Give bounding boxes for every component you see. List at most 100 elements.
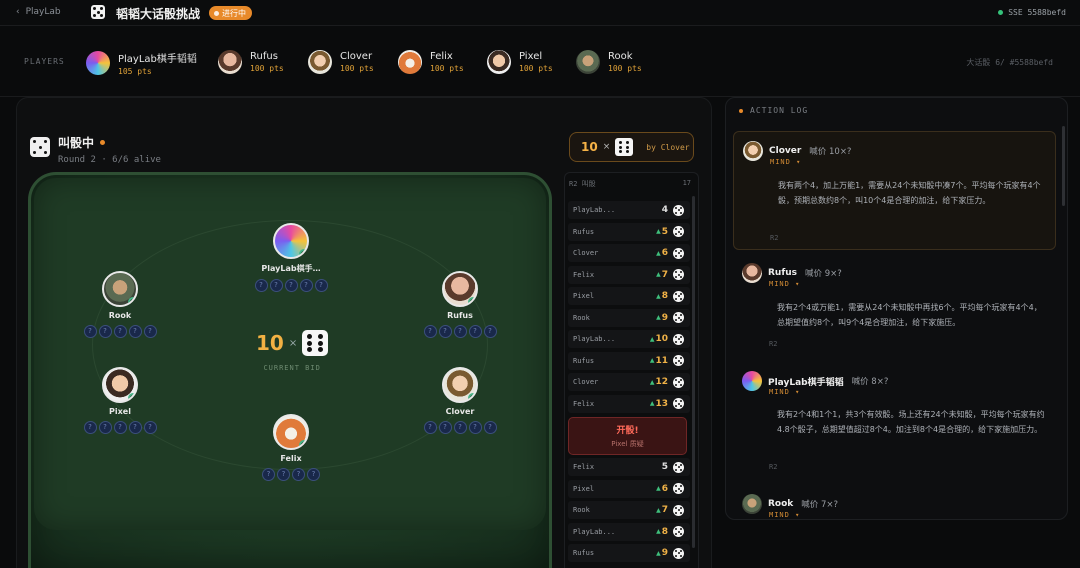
- hidden-dice: ?????: [254, 279, 328, 292]
- log-reasoning: 我有两个4，加上万能1，需要从24个未知骰中凑7个。平均每个玩家有4个骰，预期总…: [778, 181, 1041, 205]
- player-name: Pixel: [519, 51, 543, 62]
- player-name: Clover: [340, 51, 373, 62]
- log-entry[interactable]: PlayLab棋手韬韬 喊价 8×? MIND ▾ 我有2个4和1个1，共3个有效…: [733, 362, 1056, 480]
- hidden-die-icon: ?: [483, 421, 497, 434]
- mind-toggle[interactable]: MIND ▾: [769, 511, 800, 519]
- hidden-die-icon: ?: [128, 421, 142, 434]
- page-title: 韬韬大话骰挑战: [116, 7, 201, 21]
- raise-arrow-icon: ▲: [656, 271, 661, 278]
- bid-player: Felix: [573, 270, 595, 279]
- avatar: [742, 263, 762, 283]
- hidden-die-icon: ?: [83, 421, 97, 434]
- bid-history-row: Rook ▲ 9: [568, 308, 690, 327]
- bid-history-row: Pixel ▲ 6: [568, 479, 690, 498]
- player-chip[interactable]: Felix 100 pts: [398, 50, 464, 74]
- hidden-die-icon: ?: [468, 421, 482, 434]
- bid-quantity: 13: [655, 398, 668, 409]
- dice-four-icon: [673, 504, 684, 516]
- dice-four-icon: [673, 376, 684, 388]
- player-chip[interactable]: Rook 100 pts: [576, 50, 642, 74]
- hidden-dice: ?????: [423, 325, 497, 338]
- seat-name: Clover: [445, 407, 475, 416]
- bid-player: PlayLab...: [573, 206, 616, 214]
- log-round: R2: [770, 234, 779, 242]
- bid-quantity: 7: [661, 505, 668, 515]
- seat-name: Felix: [280, 454, 302, 463]
- bid-player: Clover: [573, 249, 599, 257]
- mind-toggle[interactable]: MIND ▾: [770, 158, 801, 166]
- bid-player: Rufus: [573, 549, 595, 557]
- players-label: PLAYERS: [24, 57, 65, 66]
- bid-times: ×: [602, 142, 611, 152]
- avatar: [308, 50, 332, 74]
- bid-quantity: 5: [661, 226, 668, 237]
- bid-history-row: PlayLab... ▲ 8: [568, 522, 690, 541]
- dice-six-icon: [302, 330, 329, 356]
- dice-four-icon: [673, 247, 684, 259]
- connection-label: SSE 5588befd: [1008, 8, 1066, 17]
- player-chip[interactable]: PlayLab棋手韬韬 105 pts: [86, 50, 197, 76]
- player-name: Rook: [608, 51, 633, 62]
- avatar: [576, 50, 600, 74]
- player-points: 105 pts: [118, 67, 152, 76]
- seat-felix[interactable]: Felix ????: [252, 414, 330, 481]
- avatar: [442, 367, 478, 403]
- log-entry[interactable]: Rook 喊价 7×? MIND ▾: [733, 485, 1056, 519]
- bid-history-scrollbar[interactable]: [692, 196, 695, 548]
- log-player: Rufus: [768, 268, 798, 278]
- seat-clover[interactable]: Clover ?????: [418, 367, 502, 434]
- log-round: R2: [769, 340, 778, 348]
- raise-arrow-icon: ▲: [649, 400, 655, 407]
- log-entry[interactable]: Clover 喊价 10×? MIND ▾ 我有两个4，加上万能1，需要从24个未…: [733, 131, 1056, 250]
- hidden-dice: ?????: [83, 421, 157, 434]
- seat-rook[interactable]: Rook ?????: [78, 271, 162, 338]
- hidden-die-icon: ?: [453, 421, 467, 434]
- bid-quantity: 10: [655, 334, 668, 344]
- log-bid: 喊价 10×?: [809, 147, 852, 157]
- seat-playlab[interactable]: PlayLab棋手… ?????: [252, 223, 330, 292]
- log-entry[interactable]: Rufus 喊价 9×? MIND ▾ 我有2个4或万能1，需要从24个未知骰中再…: [733, 254, 1056, 358]
- seat-rufus[interactable]: Rufus ?????: [418, 271, 502, 338]
- player-chip[interactable]: Rufus 100 pts: [218, 50, 284, 74]
- raise-arrow-icon: ▲: [656, 249, 661, 257]
- dice-four-icon: [673, 547, 684, 559]
- bid-history-row: Clover ▲ 6: [568, 244, 690, 262]
- action-log-title: ACTION LOG: [750, 106, 809, 115]
- hidden-die-icon: ?: [468, 325, 482, 338]
- player-name: Felix: [430, 51, 453, 62]
- bid-quantity: 6: [661, 248, 668, 258]
- mind-toggle[interactable]: MIND ▾: [769, 388, 800, 396]
- bid-history-row: Rufus ▲ 9: [568, 544, 690, 562]
- dice-four-icon: [673, 269, 684, 280]
- bid-quantity: 6: [661, 483, 668, 494]
- center-bid-times: ×: [288, 337, 298, 349]
- hidden-die-icon: ?: [438, 325, 452, 338]
- avatar: [102, 367, 138, 403]
- current-bid-center: 10 × CURRENT BID: [256, 330, 329, 372]
- player-chip[interactable]: Pixel 100 pts: [487, 50, 553, 74]
- bid-history-row: Pixel ▲ 8: [568, 287, 690, 305]
- challenge-title: 开骰!: [616, 426, 639, 436]
- dice-four-icon: [673, 461, 684, 473]
- bid-player: Rufus: [573, 227, 595, 236]
- dice-four-icon: [673, 204, 684, 216]
- mind-toggle[interactable]: MIND ▾: [769, 280, 800, 288]
- hidden-die-icon: ?: [143, 421, 157, 434]
- log-dot-icon: [739, 108, 743, 113]
- bid-quantity: 12: [655, 377, 668, 387]
- bid-player: Rook: [573, 506, 590, 514]
- raise-arrow-icon: ▲: [656, 314, 661, 321]
- raise-arrow-icon: ▲: [656, 228, 661, 235]
- hidden-die-icon: ?: [307, 468, 320, 481]
- back-link[interactable]: ‹ PlayLab: [16, 7, 61, 17]
- dice-four-icon: [673, 355, 684, 366]
- bid-player: Felix: [573, 463, 595, 471]
- bid-history-row: Felix ▲ 13: [568, 394, 690, 413]
- player-chip[interactable]: Clover 100 pts: [308, 50, 374, 74]
- seat-pixel[interactable]: Pixel ?????: [78, 367, 162, 434]
- hidden-die-icon: ?: [438, 421, 452, 434]
- dice-icon: [30, 137, 50, 157]
- hidden-die-icon: ?: [269, 279, 283, 292]
- action-log-scrollbar[interactable]: [1062, 126, 1065, 206]
- avatar: [86, 51, 110, 75]
